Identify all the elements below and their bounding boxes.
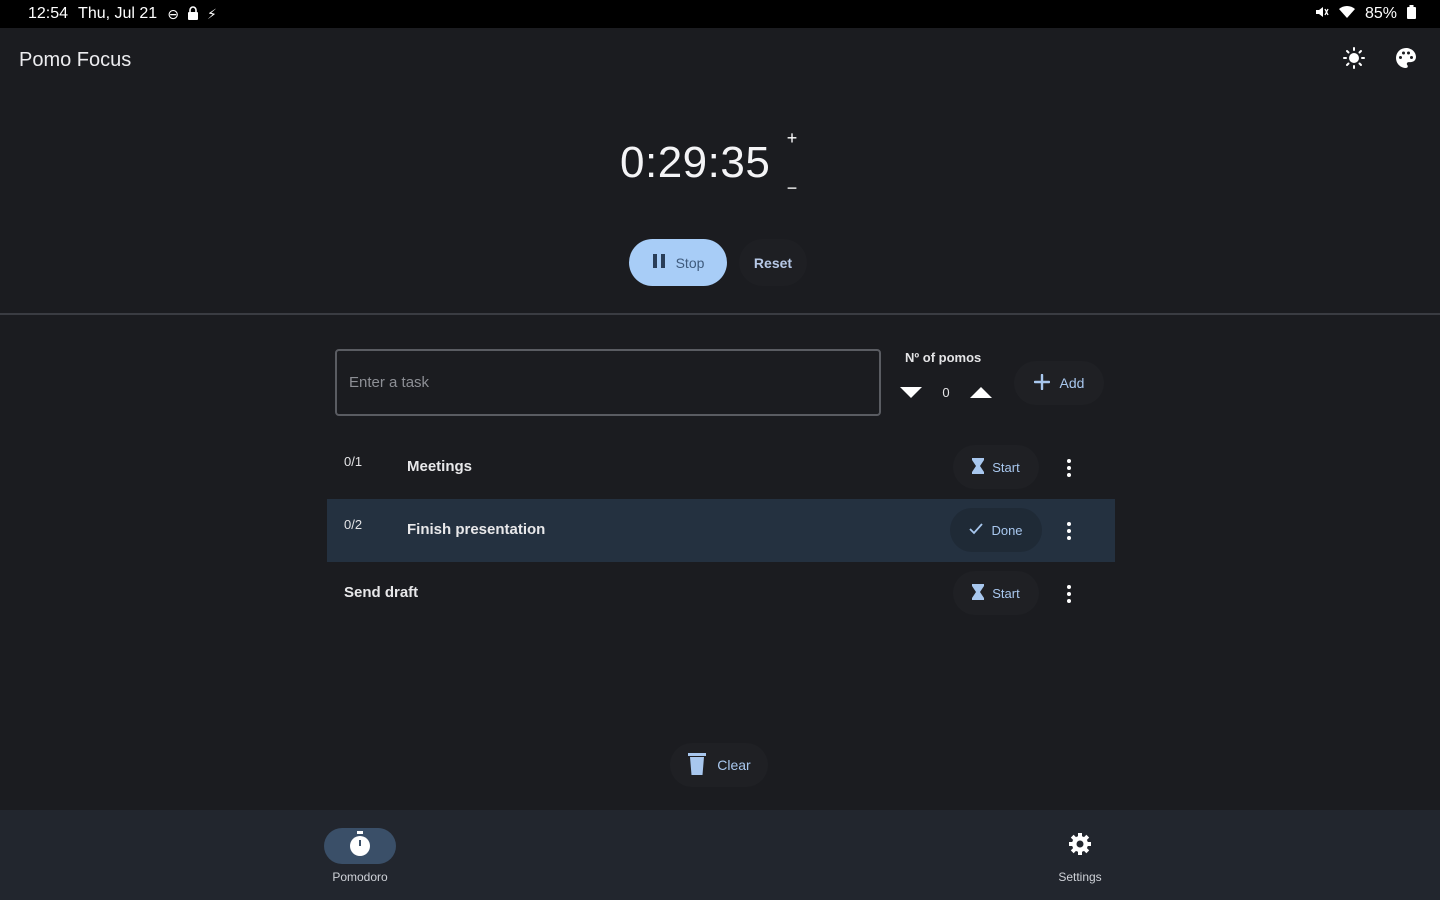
battery-percentage: 85% <box>1364 5 1397 22</box>
status-bar-right: 85% <box>1315 4 1416 24</box>
dnd-icon: ⊖ <box>167 5 179 22</box>
decrement-time-button[interactable]: − <box>787 178 798 198</box>
mute-icon <box>1315 5 1329 24</box>
task-name: Meetings <box>407 458 473 475</box>
start-label: Start <box>992 585 1020 601</box>
app-bar-actions <box>1334 40 1426 80</box>
status-time: 12:54 <box>28 5 69 22</box>
battery-icon <box>1407 4 1416 24</box>
palette-icon <box>1394 46 1418 75</box>
timer-display: 0:29:35 <box>620 138 771 187</box>
task-list: 0/1 Meetings Start 0/2 Finish presentati… <box>327 436 1115 625</box>
hourglass-icon <box>972 457 985 477</box>
lock-icon <box>187 5 199 23</box>
status-date: Thu, Jul 21 <box>78 5 158 22</box>
pomos-count: 0 <box>942 384 950 400</box>
more-options-icon[interactable] <box>1057 452 1081 484</box>
task-row[interactable]: Send draft Start <box>327 562 1115 625</box>
stop-label: Stop <box>675 254 705 271</box>
flash-icon: ⚡ <box>206 5 217 22</box>
timer-adjust: + − <box>782 128 802 198</box>
start-label: Start <box>992 459 1020 475</box>
stopwatch-icon <box>348 830 372 862</box>
timer-controls: Stop Reset <box>629 239 807 286</box>
task-name: Finish presentation <box>407 521 546 538</box>
status-bar: 12:54 Thu, Jul 21 ⊖ ⚡ 85% <box>0 0 1440 28</box>
done-label: Done <box>991 522 1023 538</box>
gear-icon <box>1068 832 1092 861</box>
theme-toggle-button[interactable] <box>1334 40 1374 80</box>
wifi-icon <box>1338 5 1355 23</box>
plus-icon <box>1033 373 1050 393</box>
task-name: Send draft <box>344 584 419 601</box>
add-task-button[interactable]: Add <box>1014 361 1104 405</box>
done-task-button[interactable]: Done <box>950 508 1042 552</box>
pause-icon <box>652 253 666 272</box>
nav-item-pomodoro[interactable]: Pomodoro <box>300 828 420 884</box>
app-bar: Pomo Focus <box>0 28 1440 92</box>
bottom-navigation: Pomodoro Settings <box>0 810 1440 900</box>
add-label: Add <box>1059 375 1085 391</box>
sun-icon <box>1343 46 1365 74</box>
increment-time-button[interactable]: + <box>787 128 798 148</box>
timer-section: 0:29:35 + − <box>620 128 820 208</box>
color-palette-button[interactable] <box>1386 40 1426 80</box>
task-input[interactable] <box>335 349 881 416</box>
pomos-label: Nº of pomos <box>905 350 982 365</box>
nav-pill <box>1044 828 1116 864</box>
nav-label: Settings <box>1058 870 1102 884</box>
clear-label: Clear <box>717 757 751 773</box>
start-task-button[interactable]: Start <box>953 571 1039 615</box>
reset-button[interactable]: Reset <box>739 239 807 286</box>
hourglass-icon <box>972 583 985 603</box>
trash-icon <box>687 752 707 779</box>
check-icon <box>969 522 984 538</box>
task-row[interactable]: 0/1 Meetings Start <box>327 436 1115 499</box>
app-title: Pomo Focus <box>19 48 132 71</box>
decrease-pomos-icon[interactable] <box>900 386 922 398</box>
more-options-icon[interactable] <box>1057 578 1081 610</box>
section-divider <box>0 313 1440 315</box>
start-task-button[interactable]: Start <box>953 445 1039 489</box>
increase-pomos-icon[interactable] <box>970 386 992 398</box>
status-notification-icons: ⊖ ⚡ <box>167 6 217 23</box>
nav-item-settings[interactable]: Settings <box>1020 828 1140 884</box>
task-progress: 0/1 <box>344 454 363 469</box>
clear-tasks-button[interactable]: Clear <box>670 743 768 787</box>
stop-button[interactable]: Stop <box>629 239 727 286</box>
nav-label: Pomodoro <box>332 870 388 884</box>
pomos-stepper: 0 <box>900 378 992 406</box>
status-bar-left: 12:54 Thu, Jul 21 ⊖ ⚡ <box>28 5 217 23</box>
task-row-active[interactable]: 0/2 Finish presentation Done <box>327 499 1115 562</box>
task-progress: 0/2 <box>344 517 363 532</box>
nav-pill <box>324 828 396 864</box>
more-options-icon[interactable] <box>1057 515 1081 547</box>
